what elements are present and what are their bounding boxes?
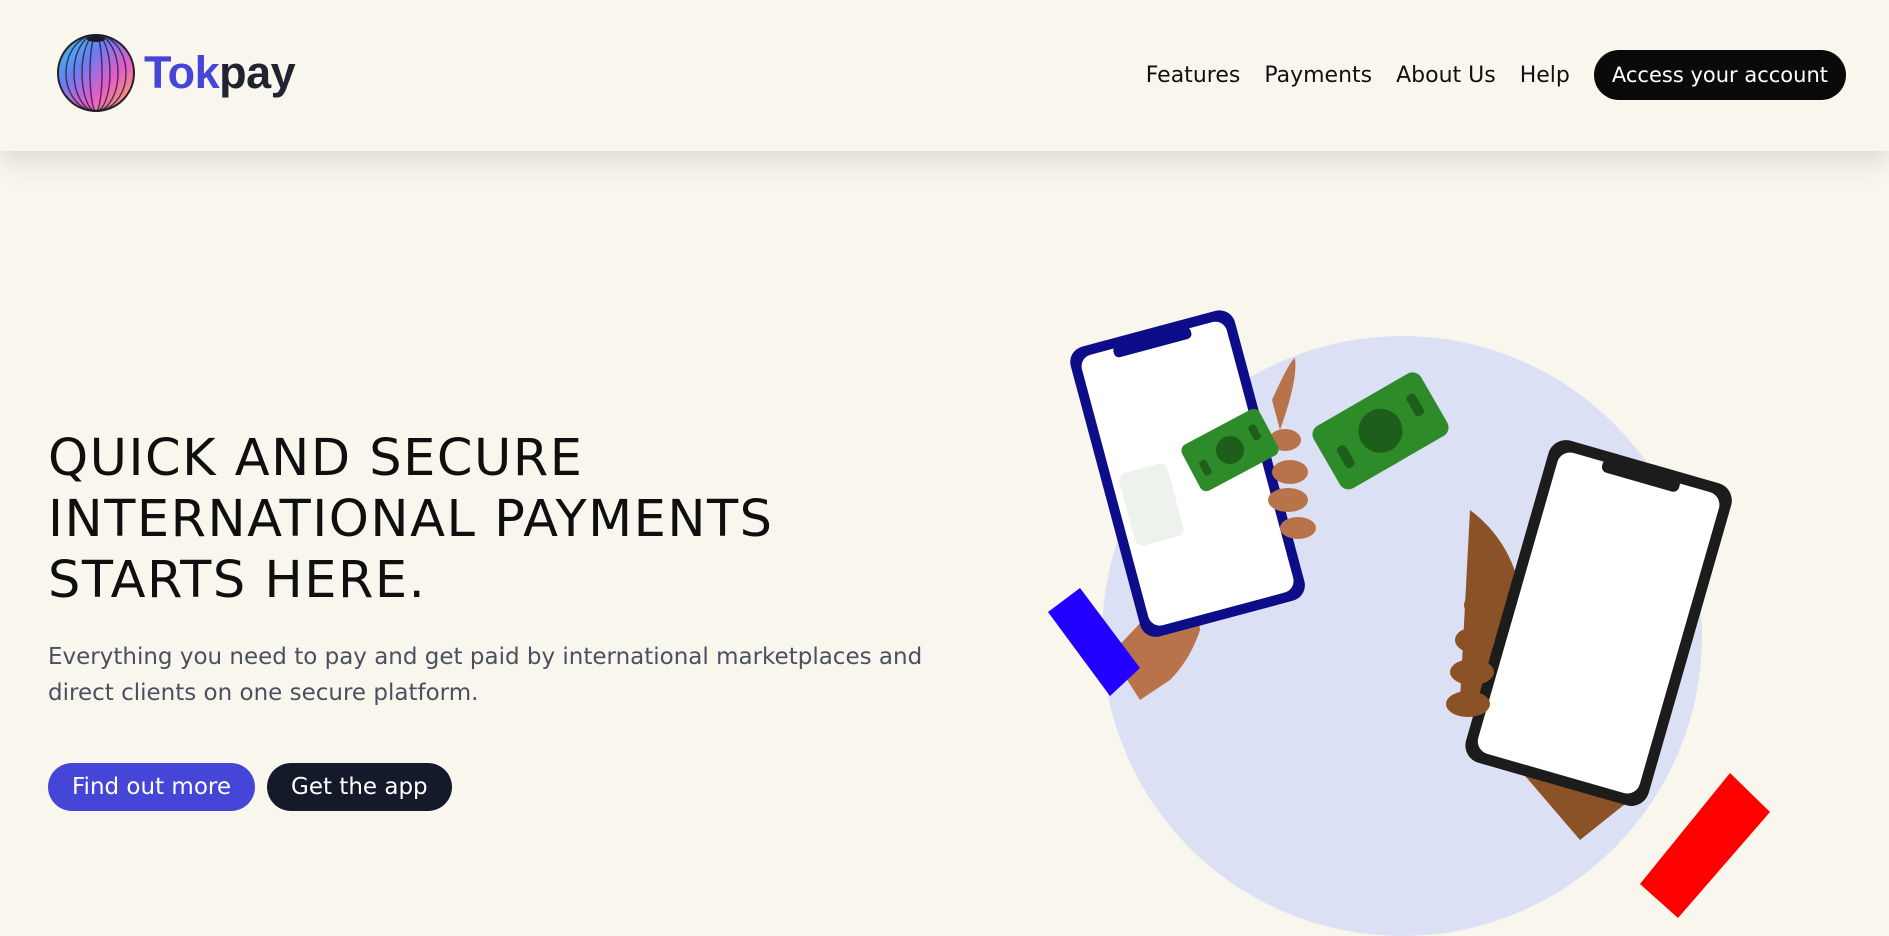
hero-headline: QUICK AND SECURE INTERNATIONAL PAYMENTS …	[48, 428, 948, 611]
hero-section: QUICK AND SECURE INTERNATIONAL PAYMENTS …	[48, 428, 948, 811]
right-sleeve-icon	[1640, 773, 1770, 918]
site-header: Tokpay Features Payments About Us Help A…	[0, 0, 1889, 151]
headline-line-2: INTERNATIONAL PAYMENTS	[48, 490, 774, 549]
headline-line-3: STARTS HERE.	[48, 551, 427, 610]
brand-wordmark: Tokpay	[144, 47, 296, 99]
find-out-more-button[interactable]: Find out more	[48, 763, 255, 811]
brand-logo[interactable]: Tokpay	[56, 33, 296, 113]
nav-features[interactable]: Features	[1146, 63, 1241, 88]
headline-line-1: QUICK AND SECURE	[48, 429, 584, 488]
payment-illustration	[1048, 310, 1770, 936]
nav-help[interactable]: Help	[1520, 63, 1570, 88]
get-the-app-button[interactable]: Get the app	[267, 763, 452, 811]
globe-logo-icon	[57, 34, 135, 112]
nav-payments[interactable]: Payments	[1264, 63, 1372, 88]
nav-about-us[interactable]: About Us	[1396, 63, 1496, 88]
hero-buttons: Find out more Get the app	[48, 763, 948, 811]
hero-subtext: Everything you need to pay and get paid …	[48, 644, 923, 706]
brand-part-1: Tok	[144, 47, 220, 98]
access-account-button[interactable]: Access your account	[1593, 50, 1846, 100]
brand-part-2: pay	[219, 47, 296, 98]
main-nav: Features Payments About Us Help Access y…	[1146, 50, 1846, 100]
